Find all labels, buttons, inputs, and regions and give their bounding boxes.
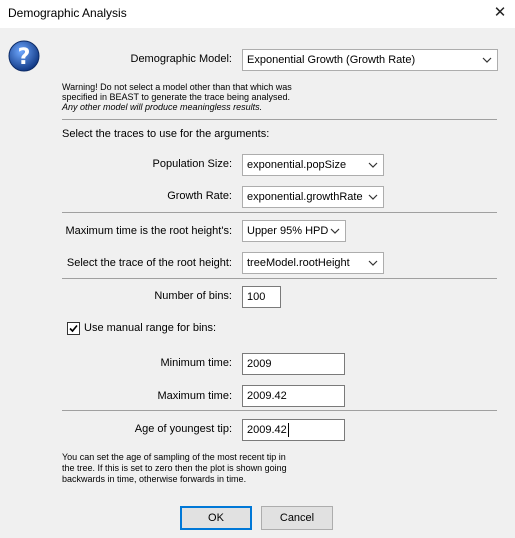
min-time-input[interactable]: 2009 bbox=[242, 353, 345, 375]
demographic-model-value: Exponential Growth (Growth Rate) bbox=[247, 54, 416, 66]
svg-text:?: ? bbox=[18, 45, 31, 70]
text-caret bbox=[287, 423, 289, 438]
note-line-3: backwards in time, otherwise forwards in… bbox=[62, 474, 247, 484]
population-size-select[interactable]: exponential.popSize bbox=[242, 154, 384, 176]
max-time-select[interactable]: Upper 95% HPD bbox=[242, 220, 346, 242]
root-height-label: Select the trace of the root height: bbox=[66, 257, 232, 269]
max-time-value: Upper 95% HPD bbox=[247, 225, 329, 237]
manual-range-label: Use manual range for bins: bbox=[84, 322, 217, 334]
max-time-field-label: Maximum time: bbox=[157, 390, 232, 402]
window-title: Demographic Analysis bbox=[8, 6, 127, 20]
youngest-tip-label: Age of youngest tip: bbox=[134, 423, 232, 435]
demographic-model-select[interactable]: Exponential Growth (Growth Rate) bbox=[242, 49, 498, 71]
youngest-tip-value: 2009.42 bbox=[247, 424, 287, 436]
traces-heading: Select the traces to use for the argumen… bbox=[62, 128, 270, 140]
separator bbox=[62, 278, 497, 279]
growth-rate-select[interactable]: exponential.growthRate bbox=[242, 186, 384, 208]
root-height-value: treeModel.rootHeight bbox=[247, 257, 350, 269]
separator bbox=[62, 410, 497, 411]
ok-button[interactable]: OK bbox=[180, 506, 252, 530]
warning-line-3: Any other model will produce meaningless… bbox=[62, 102, 263, 112]
note-line-1: You can set the age of sampling of the m… bbox=[62, 452, 286, 462]
checkmark-icon bbox=[69, 324, 78, 333]
warning-line-2: specified in BEAST to generate the trace… bbox=[62, 92, 290, 102]
root-height-select[interactable]: treeModel.rootHeight bbox=[242, 252, 384, 274]
demographic-model-label: Demographic Model: bbox=[130, 53, 233, 65]
chevron-down-icon bbox=[330, 228, 340, 234]
growth-rate-label: Growth Rate: bbox=[167, 190, 232, 202]
population-size-label: Population Size: bbox=[152, 158, 233, 170]
chevron-down-icon bbox=[368, 194, 378, 200]
warning-line-1: Warning! Do not select a model other tha… bbox=[62, 82, 292, 92]
max-time-label: Maximum time is the root height's: bbox=[65, 225, 232, 237]
note-line-2: the tree. If this is set to zero then th… bbox=[62, 463, 287, 473]
growth-rate-value: exponential.growthRate bbox=[247, 191, 363, 203]
manual-range-checkbox[interactable] bbox=[67, 322, 80, 335]
cancel-button[interactable]: Cancel bbox=[261, 506, 333, 530]
separator bbox=[62, 212, 497, 213]
min-time-label: Minimum time: bbox=[160, 357, 232, 369]
close-icon[interactable]: ✕ bbox=[489, 2, 511, 24]
help-question-icon: ? bbox=[8, 40, 40, 72]
chevron-down-icon bbox=[368, 162, 378, 168]
max-time-input[interactable]: 2009.42 bbox=[242, 385, 345, 407]
bins-input[interactable]: 100 bbox=[242, 286, 281, 308]
population-size-value: exponential.popSize bbox=[247, 159, 347, 171]
bins-label: Number of bins: bbox=[154, 290, 232, 302]
chevron-down-icon bbox=[368, 260, 378, 266]
youngest-tip-input[interactable]: 2009.42 bbox=[242, 419, 345, 441]
chevron-down-icon bbox=[482, 57, 492, 63]
separator bbox=[62, 119, 497, 120]
